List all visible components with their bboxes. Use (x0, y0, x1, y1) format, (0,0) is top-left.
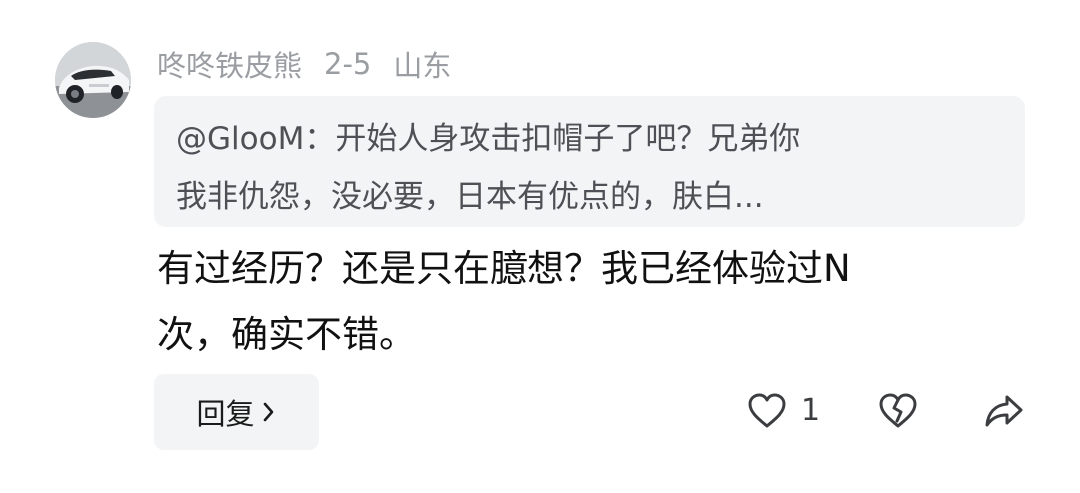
share-icon[interactable] (983, 391, 1025, 431)
author-name[interactable]: 咚咚铁皮熊 (157, 43, 302, 85)
reply-label: 回复 (196, 397, 255, 431)
comment-text-line-2: 次，确实不错。 (157, 313, 416, 356)
comment-text: 有过经历？还是只在臆想？我已经体验过N 次，确实不错。 (157, 236, 1017, 368)
heart-icon[interactable] (746, 391, 788, 431)
comment-item: 咚咚铁皮熊 2-5 山东 @GlooM：开始人身攻击扣帽子了吧？兄弟你 我非仇怨… (0, 0, 1080, 493)
quote-line-1: @GlooM：开始人身攻击扣帽子了吧？兄弟你 (176, 121, 801, 157)
comment-header: 咚咚铁皮熊 2-5 山东 (157, 42, 473, 86)
avatar[interactable] (55, 42, 131, 118)
like-count: 1 (801, 393, 821, 428)
quoted-reply[interactable]: @GlooM：开始人身攻击扣帽子了吧？兄弟你 我非仇怨，没必要，日本有优点的，肤… (154, 96, 1025, 227)
comment-text-line-1: 有过经历？还是只在臆想？我已经体验过N (157, 247, 851, 290)
comment-location: 山东 (393, 49, 452, 83)
quote-line-2: 我非仇怨，没必要，日本有优点的，肤白... (176, 179, 764, 215)
car-avatar-icon (55, 42, 131, 118)
broken-heart-icon[interactable] (877, 391, 919, 431)
reply-button[interactable]: 回复 (154, 374, 319, 450)
chevron-right-icon (261, 400, 277, 424)
comment-date: 2-5 (324, 47, 372, 81)
